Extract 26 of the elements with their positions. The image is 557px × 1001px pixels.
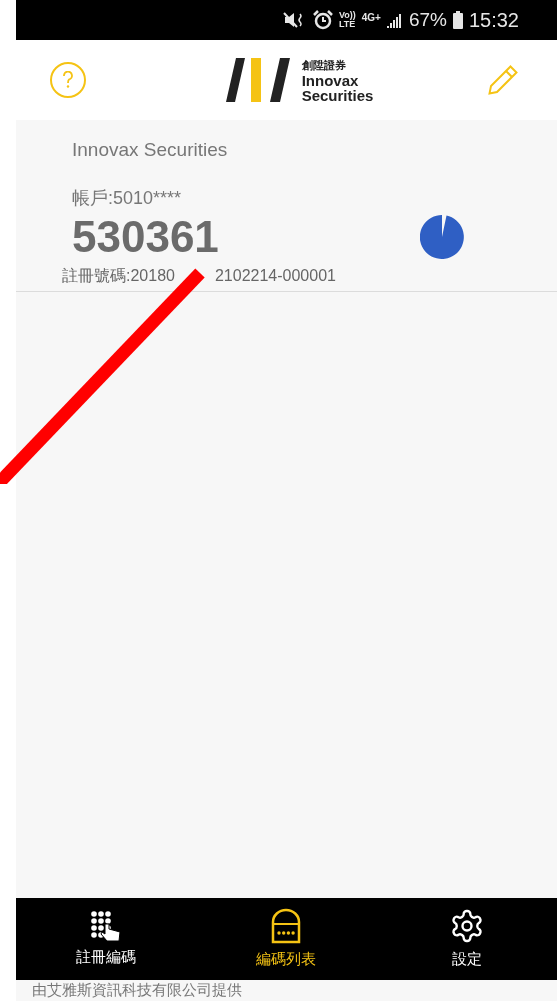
nav-tab[interactable]: 編碼列表 (196, 898, 377, 980)
volte-label: Vo)) (338, 11, 356, 20)
signal-icon (386, 12, 403, 28)
logo-icon (225, 58, 290, 102)
alarm-icon (312, 10, 333, 30)
nav-tab[interactable]: 註冊編碼 (16, 898, 197, 980)
account-number: 帳戶:5010**** (72, 186, 183, 210)
registration-number: 註冊號碼:20180 (62, 265, 175, 286)
help-button[interactable] (50, 62, 86, 98)
logo-chinese: 創陞證券 (301, 57, 347, 73)
company-name: Innovax Securities (72, 138, 229, 162)
help-icon (62, 71, 74, 89)
nav-tab[interactable]: 設定 (376, 898, 557, 980)
network-type: 4G+ (361, 11, 381, 25)
clock-time: 15:32 (468, 8, 519, 33)
pencil-icon (485, 62, 521, 98)
otp-code: 530361 (72, 211, 220, 262)
logo-text: Securities (301, 87, 374, 103)
countdown-pie-icon (420, 214, 464, 259)
battery-icon (452, 11, 463, 29)
footer-credit: 由艾雅斯資訊科技有限公司提供 (32, 981, 242, 998)
volte-label: LTE (338, 20, 356, 29)
lock-icon (270, 907, 303, 944)
battery-percent: 67% (408, 7, 447, 32)
registration-number: 2102214-000001 (214, 265, 336, 286)
logo-text: Innovax (301, 72, 360, 88)
